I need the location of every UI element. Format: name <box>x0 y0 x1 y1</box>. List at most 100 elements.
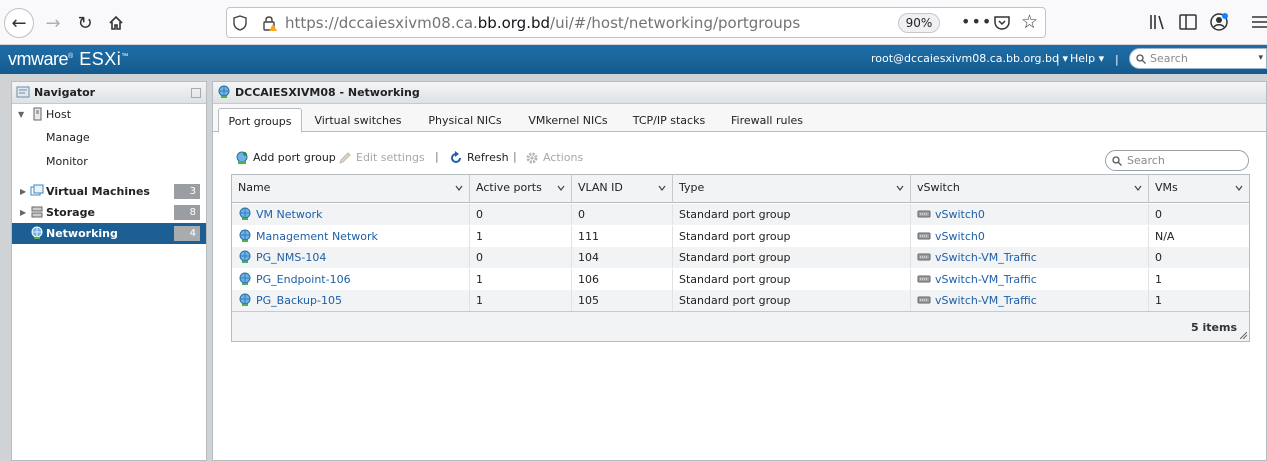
chevron-down-icon[interactable] <box>1134 184 1142 192</box>
vswitch-link[interactable]: vSwitch0 <box>935 230 985 243</box>
count-badge: 8 <box>174 205 200 220</box>
shield-icon[interactable] <box>233 15 247 31</box>
port-group-link[interactable]: PG_Backup-105 <box>256 294 342 307</box>
column-header-vms[interactable]: VMs <box>1149 175 1249 203</box>
cell-name[interactable]: Management Network <box>232 225 470 247</box>
zoom-level-badge[interactable]: 90% <box>898 13 940 33</box>
bookmark-star-icon[interactable]: ☆ <box>1021 11 1038 33</box>
tree-item-host[interactable]: ▼ Host <box>12 104 206 125</box>
help-menu[interactable]: Help ▾ <box>1070 52 1104 65</box>
tree-item-virtual-machines[interactable]: ▶ Virtual Machines 3 <box>12 181 206 202</box>
pocket-icon[interactable] <box>993 14 1011 32</box>
port-group-link[interactable]: Management Network <box>256 230 378 243</box>
grid-search-input[interactable]: Search <box>1105 150 1249 171</box>
search-icon <box>1136 54 1146 64</box>
back-icon[interactable]: ← <box>4 8 34 38</box>
chevron-down-icon[interactable] <box>896 184 904 192</box>
vmware-esxi-logo: vmware® ESXi™ <box>8 49 129 69</box>
chevron-down-icon[interactable] <box>557 184 565 192</box>
menu-icon[interactable] <box>1250 12 1267 32</box>
column-header-active-ports[interactable]: Active ports <box>470 175 572 203</box>
tab-firewall-rules[interactable]: Firewall rules <box>729 108 805 132</box>
cell-active: 0 <box>470 204 572 225</box>
port-group-icon <box>239 272 251 285</box>
virtual-machine-icon <box>30 184 44 196</box>
sidebar-icon[interactable] <box>1178 12 1198 32</box>
vswitch-icon <box>917 253 931 261</box>
tab-port-groups[interactable]: Port groups <box>218 108 302 133</box>
chevron-down-icon[interactable] <box>1235 184 1243 192</box>
expand-arrow-icon[interactable]: ▶ <box>20 208 26 217</box>
navigator-title: Navigator <box>12 82 206 104</box>
resize-handle-icon[interactable] <box>1240 332 1247 339</box>
navigator-panel: Navigator ▼ Host Manage Monitor ▶ Virtua… <box>11 81 207 461</box>
tree-item-monitor[interactable]: Monitor <box>12 149 206 173</box>
chevron-down-icon[interactable] <box>658 184 666 192</box>
search-icon <box>1112 156 1122 166</box>
cell-name[interactable]: PG_NMS-104 <box>232 247 470 268</box>
tab-virtual-switches[interactable]: Virtual switches <box>312 108 404 132</box>
address-bar[interactable]: https://dccaiesxivm08.ca.bb.org.bd/ui/#/… <box>226 7 1046 38</box>
minimize-icon[interactable] <box>191 88 201 98</box>
forward-icon[interactable]: → <box>38 8 68 38</box>
cell-vswitch[interactable]: vSwitch-VM_Traffic <box>911 247 1149 268</box>
table-row[interactable]: PG_Backup-105 1 105 Standard port group vSwi… <box>232 290 1249 311</box>
page-title: DCCAIESXIVM08 - Networking <box>213 82 1266 104</box>
account-icon[interactable] <box>1209 12 1229 32</box>
tab-vmkernel-nics[interactable]: VMkernel NICs <box>525 108 611 132</box>
gear-icon <box>526 152 538 164</box>
reload-icon[interactable]: ↻ <box>70 8 100 38</box>
table-row[interactable]: PG_Endpoint-106 1 106 Standard port group vS… <box>232 268 1249 290</box>
cell-vlan: 0 <box>572 204 673 225</box>
cell-vswitch[interactable]: vSwitch-VM_Traffic <box>911 268 1149 290</box>
cell-vlan: 106 <box>572 268 673 290</box>
column-header-vlan-id[interactable]: VLAN ID <box>572 175 673 203</box>
cell-type: Standard port group <box>673 204 911 225</box>
table-row[interactable]: Management Network 1 111 Standard port grou… <box>232 225 1249 247</box>
page-actions-icon[interactable]: ••• <box>961 12 992 31</box>
port-group-link[interactable]: PG_Endpoint-106 <box>256 273 351 286</box>
cell-vswitch[interactable]: vSwitch0 <box>911 204 1149 225</box>
navigator-icon <box>16 86 30 98</box>
lock-warning-icon[interactable] <box>261 15 277 31</box>
count-badge: 3 <box>174 184 200 199</box>
cell-vswitch[interactable]: vSwitch0 <box>911 225 1149 247</box>
cell-vlan: 111 <box>572 225 673 247</box>
table-row[interactable]: VM Network 0 0 Standard port group vSwitch0 0 <box>232 204 1249 225</box>
home-icon[interactable] <box>101 8 131 38</box>
cell-active: 0 <box>470 247 572 268</box>
tree-item-networking[interactable]: Networking 4 <box>12 223 206 244</box>
global-search-input[interactable]: Search ▾ <box>1129 48 1267 69</box>
vswitch-link[interactable]: vSwitch-VM_Traffic <box>935 251 1037 264</box>
vswitch-link[interactable]: vSwitch-VM_Traffic <box>935 294 1037 307</box>
expand-arrow-icon[interactable]: ▼ <box>18 110 24 119</box>
cell-name[interactable]: PG_Backup-105 <box>232 290 470 311</box>
tab-physical-nics[interactable]: Physical NICs <box>425 108 505 132</box>
column-header-type[interactable]: Type <box>673 175 911 203</box>
vswitch-link[interactable]: vSwitch0 <box>935 208 985 221</box>
cell-name[interactable]: PG_Endpoint-106 <box>232 268 470 290</box>
port-group-icon <box>239 293 251 306</box>
column-header-name[interactable]: Name <box>232 175 470 203</box>
tab-tcpip-stacks[interactable]: TCP/IP stacks <box>629 108 709 132</box>
port-group-link[interactable]: PG_NMS-104 <box>256 251 326 264</box>
column-header-vswitch[interactable]: vSwitch <box>911 175 1149 203</box>
cell-vswitch[interactable]: vSwitch-VM_Traffic <box>911 290 1149 311</box>
user-menu[interactable]: root@dccaiesxivm08.ca.bb.org.bd ▾ <box>871 52 1068 65</box>
chevron-down-icon[interactable] <box>455 184 463 192</box>
port-group-link[interactable]: VM Network <box>256 208 322 221</box>
expand-arrow-icon[interactable]: ▶ <box>20 187 26 196</box>
tree-item-storage[interactable]: ▶ Storage 8 <box>12 202 206 223</box>
add-port-group-icon <box>236 151 248 164</box>
chevron-down-icon[interactable]: ▾ <box>1258 53 1263 63</box>
esxi-header: vmware® ESXi™ root@dccaiesxivm08.ca.bb.or… <box>0 45 1267 74</box>
count-badge: 4 <box>174 226 200 241</box>
vswitch-link[interactable]: vSwitch-VM_Traffic <box>935 273 1037 286</box>
tree-item-manage[interactable]: Manage <box>12 125 206 149</box>
table-row[interactable]: PG_NMS-104 0 104 Standard port group vSwitch… <box>232 247 1249 268</box>
pencil-icon <box>339 152 351 164</box>
vswitch-icon <box>917 232 931 239</box>
search-placeholder: Search <box>1150 52 1188 65</box>
library-icon[interactable] <box>1148 12 1168 32</box>
cell-name[interactable]: VM Network <box>232 204 470 225</box>
